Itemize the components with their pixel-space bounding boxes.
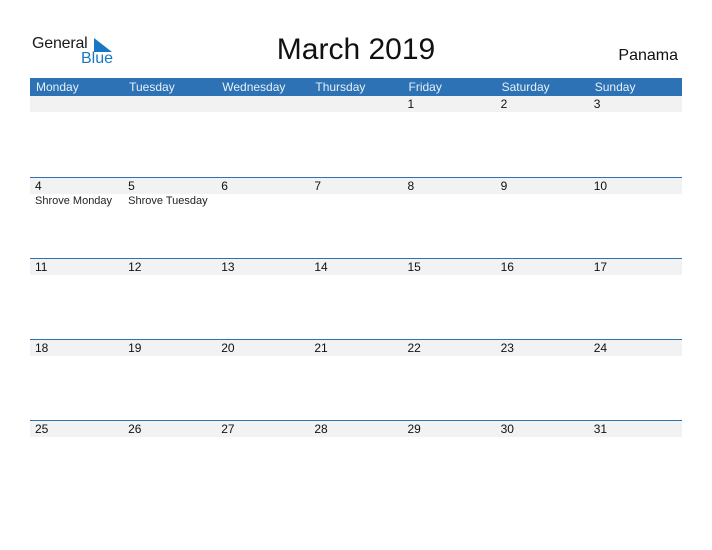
date-strip: 1 2 3 [30, 96, 682, 112]
holiday-label [403, 194, 496, 208]
weekday-header: Friday [408, 80, 442, 94]
day-cell[interactable]: 9 [496, 178, 589, 194]
day-number: 17 [593, 260, 608, 274]
day-cell[interactable]: 28 [309, 421, 402, 437]
day-cell[interactable]: 25 [30, 421, 123, 437]
day-number: 27 [221, 422, 235, 436]
country-label: Panama [618, 47, 678, 64]
weekday-header-row: Monday Tuesday Wednesday Thursday Friday… [30, 78, 682, 96]
day-number: 21 [314, 341, 328, 355]
weekday-header: Monday [36, 80, 79, 94]
day-number: 1 [407, 97, 415, 111]
day-cell[interactable]: 14 [309, 259, 402, 275]
day-cell[interactable]: 3 [589, 96, 682, 112]
week-row: 11 12 13 14 15 16 17 [30, 258, 682, 339]
day-number: 29 [407, 422, 421, 436]
day-cell[interactable]: 21 [309, 340, 402, 356]
day-cell[interactable]: 5 [123, 178, 216, 194]
week-row: 18 19 20 21 22 23 24 [30, 339, 682, 420]
day-number: 7 [314, 179, 322, 193]
day-number: 3 [593, 97, 601, 111]
day-cell[interactable]: 22 [403, 340, 496, 356]
day-cell[interactable]: 26 [123, 421, 216, 437]
day-number: 24 [593, 341, 608, 355]
holiday-label [496, 194, 589, 208]
day-number: 30 [500, 422, 514, 436]
week-row: 1 2 3 [30, 96, 682, 177]
weekday-header: Saturday [501, 80, 550, 94]
day-cell[interactable] [123, 96, 216, 112]
calendar-grid: Monday Tuesday Wednesday Thursday Friday… [30, 78, 682, 501]
day-number: 9 [500, 179, 508, 193]
day-cell[interactable] [216, 96, 309, 112]
day-number: 23 [500, 341, 514, 355]
day-number: 14 [314, 260, 328, 274]
day-cell[interactable]: 30 [496, 421, 589, 437]
day-cell[interactable]: 15 [403, 259, 496, 275]
day-cell[interactable]: 12 [123, 259, 216, 275]
day-cell[interactable]: 2 [496, 96, 589, 112]
day-cell[interactable] [309, 96, 402, 112]
day-cell[interactable]: 27 [216, 421, 309, 437]
day-cell[interactable]: 1 [403, 96, 496, 112]
day-number: 28 [314, 422, 328, 436]
day-cell[interactable]: 18 [30, 340, 123, 356]
day-number: 6 [221, 179, 228, 193]
day-cell[interactable]: 4 [30, 178, 123, 194]
weekday-header: Tuesday [129, 80, 175, 94]
day-cell[interactable]: 29 [403, 421, 496, 437]
day-cell[interactable]: 13 [216, 259, 309, 275]
day-number: 12 [128, 260, 142, 274]
day-cell[interactable]: 8 [403, 178, 496, 194]
day-cell[interactable]: 31 [589, 421, 682, 437]
day-cell[interactable]: 20 [216, 340, 309, 356]
day-number: 26 [128, 422, 142, 436]
day-cell[interactable]: 23 [496, 340, 589, 356]
weekday-header: Sunday [594, 80, 636, 94]
day-number: 18 [35, 341, 49, 355]
day-number: 16 [500, 260, 514, 274]
holiday-label: Shrove Tuesday [128, 195, 208, 207]
date-strip: 11 12 13 14 15 16 17 [30, 259, 682, 275]
day-cell[interactable]: 17 [589, 259, 682, 275]
day-cell[interactable]: 6 [216, 178, 309, 194]
day-number: 2 [500, 97, 508, 111]
holiday-label [309, 194, 402, 208]
holiday-label: Shrove Monday [35, 195, 113, 207]
week-row: 25 26 27 28 29 30 31 [30, 420, 682, 501]
day-number: 11 [35, 260, 48, 274]
weeks-container: 1 2 3 4 5 6 7 8 9 10 Shrove Monday Shrove Tuesday 11… [30, 96, 682, 501]
day-cell[interactable]: 16 [496, 259, 589, 275]
day-number: 13 [221, 260, 235, 274]
date-strip: 25 26 27 28 29 30 31 [30, 421, 682, 437]
day-cell[interactable]: 11 [30, 259, 123, 275]
weekday-header: Wednesday [222, 80, 286, 94]
day-cell[interactable] [30, 96, 123, 112]
day-number: 31 [593, 422, 608, 436]
day-cell[interactable]: 10 [589, 178, 682, 194]
day-cell[interactable]: 7 [309, 178, 402, 194]
day-number: 10 [593, 179, 608, 193]
weekday-header: Thursday [315, 80, 366, 94]
day-number: 8 [407, 179, 415, 193]
day-number: 5 [128, 179, 135, 193]
date-strip: 18 19 20 21 22 23 24 [30, 340, 682, 356]
day-number: 20 [221, 341, 235, 355]
day-number: 25 [35, 422, 49, 436]
events-row: Shrove Monday Shrove Tuesday [30, 194, 682, 208]
date-strip: 4 5 6 7 8 9 10 [30, 178, 682, 194]
day-number: 15 [407, 260, 421, 274]
holiday-label [216, 194, 309, 208]
day-cell[interactable]: 24 [589, 340, 682, 356]
day-number: 19 [128, 341, 142, 355]
page-title: March 2019 [276, 33, 436, 66]
day-number: 4 [35, 179, 42, 193]
day-cell[interactable]: 19 [123, 340, 216, 356]
week-row: 4 5 6 7 8 9 10 Shrove Monday Shrove Tuesday [30, 177, 682, 258]
holiday-label [589, 194, 682, 208]
day-number: 22 [407, 341, 421, 355]
